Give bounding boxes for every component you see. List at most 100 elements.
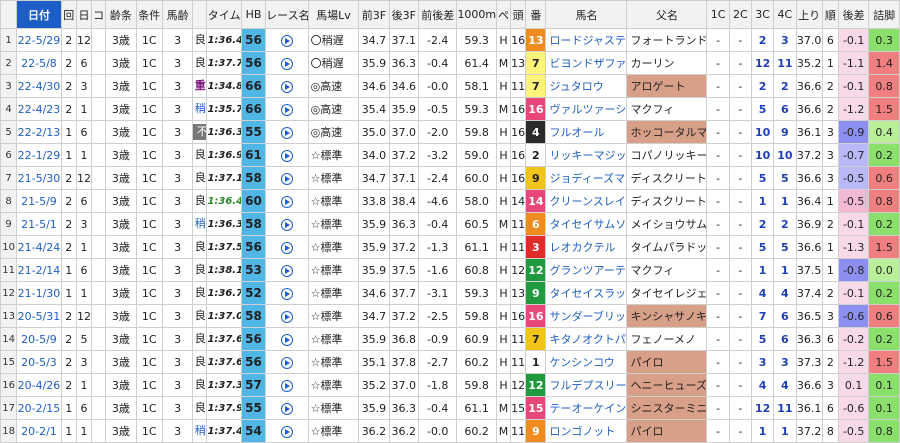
play-video-icon[interactable] xyxy=(280,379,293,392)
horse-name-link[interactable]: ビヨンドザファザー xyxy=(545,51,628,75)
horse-name-link[interactable]: ケンシンコウ xyxy=(545,350,628,374)
race-name[interactable] xyxy=(265,373,309,397)
play-video-icon[interactable] xyxy=(280,149,293,162)
race-name[interactable] xyxy=(265,419,309,443)
header-4c[interactable]: 4C xyxy=(773,0,797,29)
header-kai[interactable]: 回 xyxy=(60,0,77,29)
race-date-link[interactable]: 22-2/13 xyxy=(16,120,62,144)
race-name[interactable] xyxy=(265,258,309,282)
horse-name-link[interactable]: ジュタロウ xyxy=(545,74,628,98)
header-hb[interactable]: HB xyxy=(240,0,267,29)
race-name[interactable] xyxy=(265,97,309,121)
header-nichi[interactable]: 日 xyxy=(75,0,93,29)
play-video-icon[interactable] xyxy=(280,195,293,208)
play-video-icon[interactable] xyxy=(280,333,293,346)
horse-name-link[interactable]: ジョディーズマロン xyxy=(545,166,628,190)
horse-name-link[interactable]: グランツアーテム xyxy=(545,258,628,282)
header-ban[interactable]: 番 xyxy=(525,0,547,29)
table-row[interactable]: 5 22-2/13 1 6 3歳 1C 3 不 1:36.3 55 ◎高速 35.0 37.0 -2.0 5… xyxy=(0,120,900,144)
race-date-link[interactable]: 20-2/15 xyxy=(16,396,62,420)
play-video-icon[interactable] xyxy=(280,402,293,415)
horse-name-link[interactable]: サンダーブリッツ xyxy=(545,304,628,328)
table-row[interactable]: 18 20-2/1 1 1 3歳 1C 3 稍 1:37.4 54 ☆標準 36.2 36.2 -0.0 6… xyxy=(0,419,900,443)
race-name[interactable] xyxy=(265,189,309,213)
horse-name-link[interactable]: タイセイサムソン xyxy=(545,212,628,236)
horse-name-link[interactable]: テーオーケインズ xyxy=(545,396,628,420)
table-row[interactable]: 10 21-4/24 2 1 3歳 1C 3 良 1:37.5 56 ☆標準 35.9 37.2 -1.3… xyxy=(0,235,900,259)
header-3c[interactable]: 3C xyxy=(750,0,775,29)
header-cond[interactable]: 条件 xyxy=(135,0,163,29)
race-date-link[interactable]: 22-5/29 xyxy=(16,28,62,52)
table-row[interactable]: 17 20-2/15 1 6 3歳 1C 3 良 1:37.9 55 ☆標準 35.9 36.3 -0.4… xyxy=(0,396,900,420)
header-race[interactable]: レース名 xyxy=(265,0,309,29)
race-name[interactable] xyxy=(265,212,309,236)
header-age-cond[interactable]: 齢条 xyxy=(105,0,137,29)
play-video-icon[interactable] xyxy=(280,241,293,254)
race-date-link[interactable]: 21-5/9 xyxy=(16,189,62,213)
race-name[interactable] xyxy=(265,74,309,98)
race-date-link[interactable]: 20-2/1 xyxy=(16,419,62,443)
race-name[interactable] xyxy=(265,143,309,167)
header-horse[interactable]: 馬名 xyxy=(545,0,628,29)
race-date-link[interactable]: 20-5/31 xyxy=(16,304,62,328)
play-video-icon[interactable] xyxy=(280,218,293,231)
table-row[interactable]: 8 21-5/9 2 6 3歳 1C 3 良 1:36.4 60 ☆標準 33.8 38.4 -4.6 58… xyxy=(0,189,900,213)
play-video-icon[interactable] xyxy=(280,356,293,369)
table-row[interactable]: 9 21-5/1 2 3 3歳 1C 3 稍 1:36.3 58 ☆標準 35.9 36.3 -0.4 60… xyxy=(0,212,900,236)
race-date-link[interactable]: 21-5/1 xyxy=(16,212,62,236)
race-name[interactable] xyxy=(265,28,309,52)
table-row[interactable]: 3 22-4/30 2 3 3歳 1C 3 重 1:34.8 66 ◎高速 34.6 34.6 -0.0 5… xyxy=(0,74,900,98)
table-row[interactable]: 4 22-4/23 2 1 3歳 1C 3 稍 1:35.7 66 ◎高速 35.4 35.9 -0.5 5… xyxy=(0,97,900,121)
header-time[interactable]: タイム xyxy=(206,0,242,29)
race-date-link[interactable]: 21-5/30 xyxy=(16,166,62,190)
table-row[interactable]: 15 20-5/3 2 3 3歳 1C 3 良 1:37.6 56 ☆標準 35.1 37.8 -2.7 6… xyxy=(0,350,900,374)
header-pace[interactable]: ペ xyxy=(495,0,512,29)
race-date-link[interactable]: 20-5/3 xyxy=(16,350,62,374)
play-video-icon[interactable] xyxy=(280,310,293,323)
race-date-link[interactable]: 21-1/30 xyxy=(16,281,62,305)
horse-name-link[interactable]: リッキーマジック xyxy=(545,143,628,167)
race-name[interactable] xyxy=(265,327,309,351)
horse-name-link[interactable]: クリーンスレイト xyxy=(545,189,628,213)
header-agari[interactable]: 上り xyxy=(795,0,823,29)
table-row[interactable]: 13 20-5/31 2 12 3歳 1C 3 良 1:37.0 58 ☆標準 34.7 37.2 -2.… xyxy=(0,304,900,328)
race-name[interactable] xyxy=(265,396,309,420)
header-1000m[interactable]: 1000m xyxy=(456,0,497,29)
race-name[interactable] xyxy=(265,166,309,190)
race-date-link[interactable]: 22-1/29 xyxy=(16,143,62,167)
play-video-icon[interactable] xyxy=(280,80,293,93)
play-video-icon[interactable] xyxy=(280,57,293,70)
race-date-link[interactable]: 22-4/23 xyxy=(16,97,62,121)
header-heads[interactable]: 頭 xyxy=(510,0,527,29)
table-row[interactable]: 7 21-5/30 2 12 3歳 1C 3 良 1:37.1 58 ☆標準 34.7 37.1 -2.4… xyxy=(0,166,900,190)
race-date-link[interactable]: 20-5/9 xyxy=(16,327,62,351)
race-name[interactable] xyxy=(265,281,309,305)
header-ko[interactable]: コ xyxy=(91,0,107,29)
race-date-link[interactable]: 20-4/26 xyxy=(16,373,62,397)
table-row[interactable]: 11 21-2/14 1 6 3歳 1C 3 良 1:38.1 53 ☆標準 35.9 37.5 -1.6… xyxy=(0,258,900,282)
play-video-icon[interactable] xyxy=(280,172,293,185)
horse-name-link[interactable]: ロードジャスティス xyxy=(545,28,628,52)
header-1c[interactable]: 1C xyxy=(706,0,730,29)
header-jun[interactable]: 順 xyxy=(821,0,840,29)
header-fl[interactable]: 前後差 xyxy=(417,0,458,29)
horse-name-link[interactable]: ヴァルツァーシャル xyxy=(545,97,628,121)
table-row[interactable]: 12 21-1/30 1 1 3歳 1C 3 良 1:36.7 52 ☆標準 34.6 37.7 -3.1… xyxy=(0,281,900,305)
table-row[interactable]: 14 20-5/9 2 5 3歳 1C 3 良 1:37.6 56 ☆標準 35.9 36.8 -0.9 6… xyxy=(0,327,900,351)
header-f3[interactable]: 前3F xyxy=(358,0,390,29)
race-name[interactable] xyxy=(265,350,309,374)
header-sire[interactable]: 父名 xyxy=(626,0,708,29)
horse-name-link[interactable]: キタノオクトパス xyxy=(545,327,628,351)
header-age[interactable]: 馬齢 xyxy=(161,0,194,29)
race-date-link[interactable]: 22-5/8 xyxy=(16,51,62,75)
race-name[interactable] xyxy=(265,51,309,75)
header-diff[interactable]: 後差 xyxy=(837,0,870,29)
play-video-icon[interactable] xyxy=(280,126,293,139)
header-l3[interactable]: 後3F xyxy=(388,0,419,29)
horse-name-link[interactable]: フルデプスリーダー xyxy=(545,373,628,397)
table-row[interactable]: 6 22-1/29 1 1 3歳 1C 3 良 1:36.9 61 ☆標準 34.0 37.2 -3.2 5… xyxy=(0,143,900,167)
header-date[interactable]: 日付 xyxy=(16,0,62,29)
race-date-link[interactable]: 21-4/24 xyxy=(16,235,62,259)
header-lv[interactable]: 馬場Lv xyxy=(307,0,360,29)
header-2c[interactable]: 2C xyxy=(728,0,752,29)
